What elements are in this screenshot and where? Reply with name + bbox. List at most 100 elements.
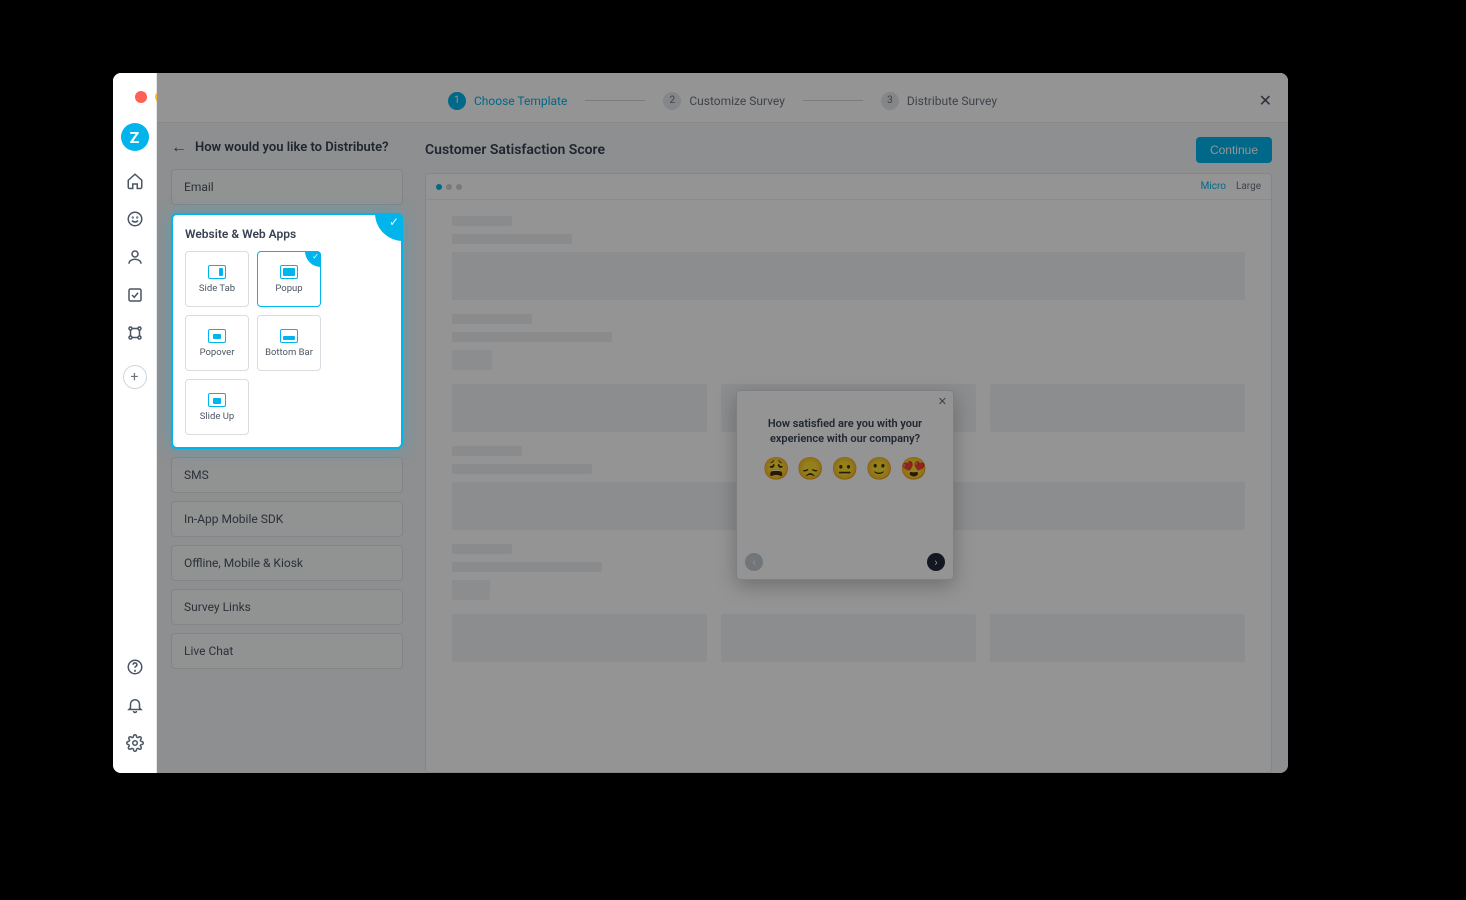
stepper: 1 Choose Template 2 Customize Survey 3 D…: [157, 73, 1288, 123]
step-label: Choose Template: [474, 94, 567, 108]
skeleton: [452, 216, 512, 226]
channel-live-chat[interactable]: Live Chat: [171, 633, 403, 669]
skeleton: [452, 464, 592, 474]
checkbox-icon[interactable]: [123, 283, 147, 307]
emoji-rating: 😩 😞 😐 🙂 😍: [762, 457, 927, 482]
channel-survey-links[interactable]: Survey Links: [171, 589, 403, 625]
close-window-dot[interactable]: [135, 91, 147, 103]
step-num: 2: [663, 92, 681, 110]
back-arrow-icon[interactable]: ←: [171, 137, 187, 157]
preview-body: ✕ How satisfied are you with your experi…: [426, 200, 1271, 772]
popover-icon: [208, 329, 226, 343]
side-tab-icon: [208, 265, 226, 279]
template-title: Customer Satisfaction Score: [425, 142, 605, 158]
panel-title: How would you like to Distribute?: [195, 140, 389, 155]
tile-label: Side Tab: [199, 283, 235, 294]
skeleton: [452, 350, 492, 370]
skeleton: [452, 332, 612, 342]
sidebar-nav: +: [123, 169, 147, 389]
step-choose-template[interactable]: 1 Choose Template: [448, 92, 567, 110]
brand-logo[interactable]: Z: [121, 123, 149, 151]
skeleton: [990, 384, 1245, 432]
step-divider: [585, 100, 645, 101]
step-divider: [803, 100, 863, 101]
step-label: Distribute Survey: [907, 94, 997, 108]
bell-icon[interactable]: [123, 693, 147, 717]
preview-header: Customer Satisfaction Score Continue: [425, 137, 1272, 163]
skeleton: [452, 562, 602, 572]
tile-popup[interactable]: ✓ Popup: [257, 251, 321, 307]
skeleton: [452, 314, 532, 324]
popup-question: How satisfied are you with your experien…: [751, 417, 939, 447]
preview-frame: Micro Large: [425, 173, 1272, 773]
emoji-neutral[interactable]: 😐: [831, 457, 858, 482]
step-customize-survey[interactable]: 2 Customize Survey: [663, 92, 785, 110]
tile-side-tab[interactable]: Side Tab: [185, 251, 249, 307]
skeleton: [721, 614, 976, 662]
main: 1 Choose Template 2 Customize Survey 3 D…: [157, 73, 1288, 773]
skeleton: [452, 544, 512, 554]
settings-icon[interactable]: [123, 731, 147, 755]
tile-label: Popover: [200, 347, 235, 358]
close-icon[interactable]: ✕: [1259, 91, 1272, 110]
tile-label: Popup: [275, 283, 302, 294]
app-window: Z +: [113, 73, 1288, 773]
emoji-unsatisfied[interactable]: 😞: [797, 457, 824, 482]
continue-button[interactable]: Continue: [1196, 137, 1272, 163]
smile-icon[interactable]: [123, 207, 147, 231]
popup-nav: ‹ ›: [737, 547, 953, 579]
channel-email[interactable]: Email: [171, 169, 403, 205]
channel-website-webapps[interactable]: ✓ Website & Web Apps Side Tab ✓ Popup: [171, 213, 403, 449]
tile-popover[interactable]: Popover: [185, 315, 249, 371]
bottom-bar-icon: [280, 329, 298, 343]
user-icon[interactable]: [123, 245, 147, 269]
skeleton: [990, 614, 1245, 662]
sidebar-bottom: [123, 655, 147, 755]
emoji-very-satisfied[interactable]: 😍: [900, 457, 927, 482]
workflow-icon[interactable]: [123, 321, 147, 345]
channel-offline-kiosk[interactable]: Offline, Mobile & Kiosk: [171, 545, 403, 581]
popup-icon: [280, 265, 298, 279]
preview-panel: Customer Satisfaction Score Continue Mic…: [417, 123, 1288, 773]
help-icon[interactable]: [123, 655, 147, 679]
add-button[interactable]: +: [123, 365, 147, 389]
tile-slide-up[interactable]: Slide Up: [185, 379, 249, 435]
emoji-satisfied[interactable]: 🙂: [866, 457, 893, 482]
skeleton: [452, 384, 707, 432]
tile-label: Bottom Bar: [265, 347, 313, 358]
skeleton: [452, 614, 707, 662]
channel-inapp-sdk[interactable]: In-App Mobile SDK: [171, 501, 403, 537]
skeleton: [452, 252, 1245, 300]
survey-popup-preview: ✕ How satisfied are you with your experi…: [736, 390, 954, 580]
home-icon[interactable]: [123, 169, 147, 193]
channel-panel-title: Website & Web Apps: [185, 227, 389, 241]
tile-grid: Side Tab ✓ Popup Popover: [185, 251, 389, 435]
preview-dots: [436, 184, 462, 190]
content: ← How would you like to Distribute? Emai…: [157, 123, 1288, 773]
sidebar: Z +: [113, 73, 157, 773]
step-num: 3: [881, 92, 899, 110]
step-label: Customize Survey: [689, 94, 785, 108]
channel-sms[interactable]: SMS: [171, 457, 403, 493]
size-large[interactable]: Large: [1236, 181, 1261, 192]
skeleton: [452, 446, 522, 456]
emoji-very-unsatisfied[interactable]: 😩: [762, 457, 789, 482]
skeleton: [452, 580, 490, 600]
tile-label: Slide Up: [200, 411, 235, 422]
tile-bottom-bar[interactable]: Bottom Bar: [257, 315, 321, 371]
size-micro[interactable]: Micro: [1201, 181, 1226, 192]
next-button[interactable]: ›: [927, 553, 945, 571]
check-icon: ✓: [305, 251, 321, 267]
preview-toolbar: Micro Large: [426, 174, 1271, 200]
distribute-panel: ← How would you like to Distribute? Emai…: [157, 123, 417, 773]
prev-button[interactable]: ‹: [745, 553, 763, 571]
slide-up-icon: [208, 393, 226, 407]
step-distribute-survey[interactable]: 3 Distribute Survey: [881, 92, 997, 110]
step-num: 1: [448, 92, 466, 110]
popup-close-icon[interactable]: ✕: [938, 395, 947, 408]
preview-size-switch: Micro Large: [1201, 181, 1261, 192]
popup-content: How satisfied are you with your experien…: [737, 391, 953, 547]
skeleton: [452, 234, 572, 244]
skeleton-row: [452, 614, 1245, 662]
panel-header: ← How would you like to Distribute?: [171, 137, 403, 157]
